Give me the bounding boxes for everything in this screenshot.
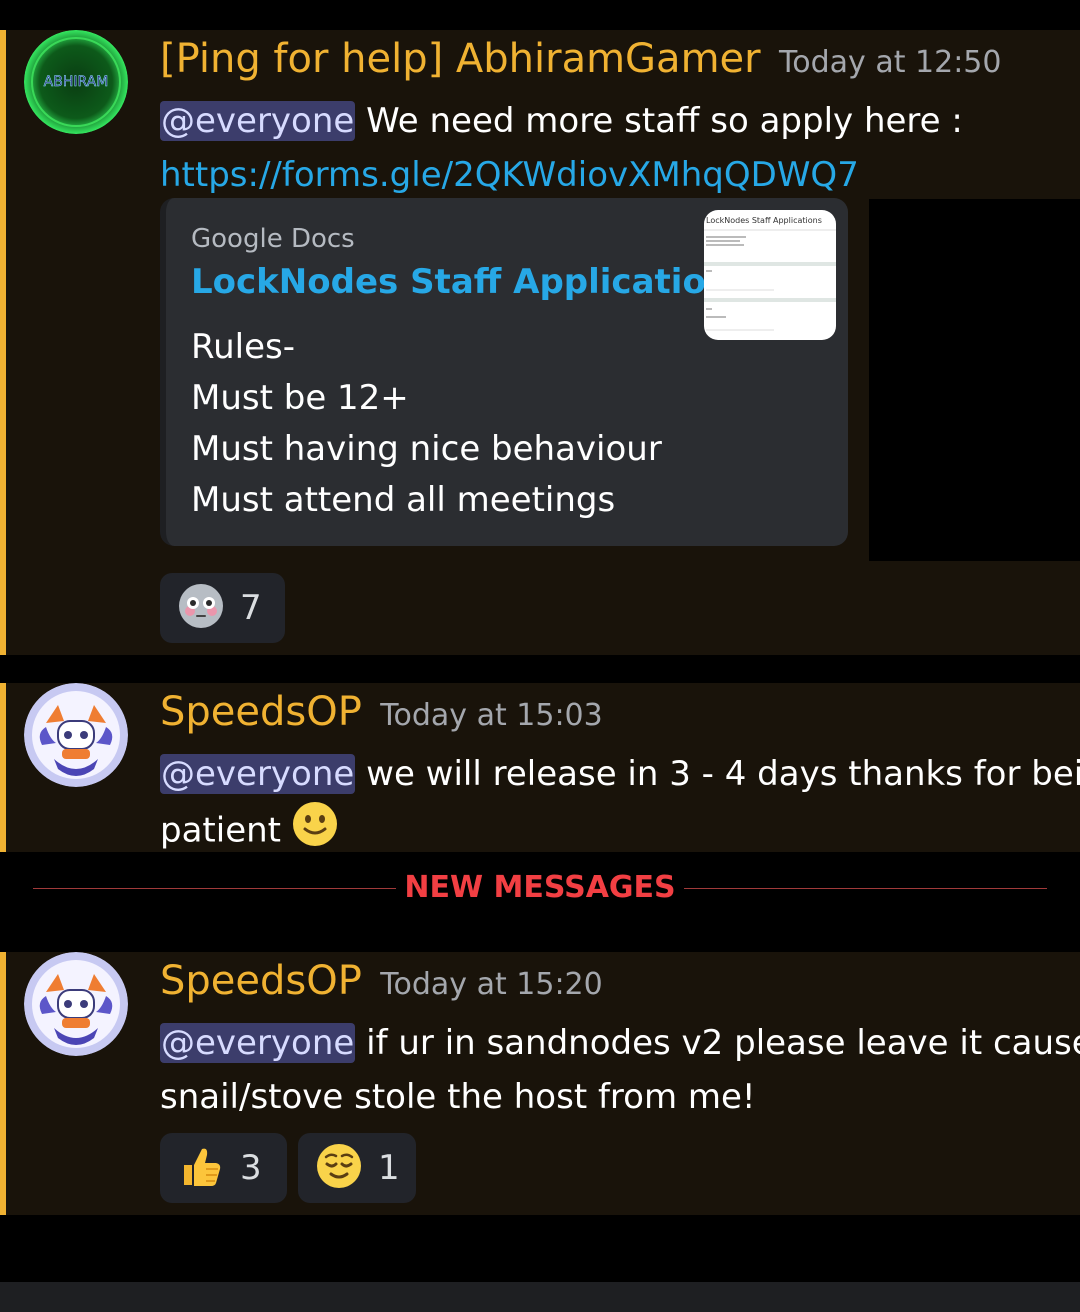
avatar[interactable]: ABHIRAM bbox=[24, 30, 128, 134]
bottom-bar bbox=[0, 1282, 1080, 1312]
reaction-count: 7 bbox=[240, 588, 262, 628]
message-speedsop[interactable]: SpeedsOP Today at 15:20 @everyone if ur … bbox=[0, 952, 1080, 1215]
embed-title[interactable]: LockNodes Staff Applications bbox=[191, 262, 750, 302]
timestamp: Today at 15:03 bbox=[380, 698, 603, 733]
embed-description-line: Must having nice behaviour bbox=[191, 429, 662, 469]
everyone-mention[interactable]: @everyone bbox=[160, 1023, 356, 1063]
author-name[interactable]: SpeedsOP bbox=[160, 958, 362, 1004]
form-link[interactable]: https://forms.gle/2QKWdiovXMhqQDWQ7 bbox=[160, 155, 859, 195]
message-text: snail/stove stole the host from me! bbox=[160, 1077, 756, 1117]
avatar[interactable] bbox=[24, 952, 128, 1056]
thumbs-up-icon bbox=[178, 1143, 224, 1194]
divider-line-left bbox=[33, 888, 396, 889]
reaction-count: 1 bbox=[378, 1148, 400, 1188]
message-speedsop[interactable]: SpeedsOP Today at 15:03 @everyone we wil… bbox=[0, 683, 1080, 852]
image-overlay-block bbox=[869, 199, 1080, 561]
message-text: if ur in sandnodes v2 please leave it ca… bbox=[366, 1023, 1080, 1063]
message-header: [Ping for help] AbhiramGamer Today at 12… bbox=[160, 36, 1001, 82]
message-header: SpeedsOP Today at 15:03 bbox=[160, 689, 603, 735]
message-text: we will release in 3 - 4 days thanks for… bbox=[366, 754, 1080, 794]
embed-description-line: Must attend all meetings bbox=[191, 480, 616, 520]
everyone-mention[interactable]: @everyone bbox=[160, 754, 356, 794]
timestamp: Today at 12:50 bbox=[779, 45, 1002, 80]
relieved-face-icon bbox=[316, 1143, 362, 1194]
author-name[interactable]: SpeedsOP bbox=[160, 689, 362, 735]
svg-text:ABHIRAM: ABHIRAM bbox=[44, 74, 109, 90]
link-embed: Google Docs LockNodes Staff Applications… bbox=[160, 198, 848, 546]
message-content: @everyone We need more staff so apply he… bbox=[160, 94, 963, 202]
message-text: patient bbox=[160, 810, 281, 851]
message-text: We need more staff so apply here : bbox=[366, 101, 963, 141]
flushed-face-icon bbox=[178, 583, 224, 634]
reaction-flushed[interactable]: 7 bbox=[160, 573, 285, 643]
reaction-count: 3 bbox=[240, 1148, 262, 1188]
avatar[interactable] bbox=[24, 683, 128, 787]
author-name[interactable]: [Ping for help] AbhiramGamer bbox=[160, 36, 761, 82]
reaction-thumbs-up[interactable]: 3 bbox=[160, 1133, 287, 1203]
reaction-relieved[interactable]: 1 bbox=[298, 1133, 416, 1203]
divider-line-right bbox=[684, 888, 1047, 889]
message-content: @everyone if ur in sandnodes v2 please l… bbox=[160, 1016, 1080, 1124]
message-content: @everyone we will release in 3 - 4 days … bbox=[160, 747, 1080, 863]
everyone-mention[interactable]: @everyone bbox=[160, 101, 356, 141]
embed-description-line: Must be 12+ bbox=[191, 378, 409, 418]
new-messages-label: NEW MESSAGES bbox=[404, 870, 676, 905]
message-header: SpeedsOP Today at 15:20 bbox=[160, 958, 603, 1004]
embed-thumbnail[interactable]: LockNodes Staff Applications bbox=[704, 210, 836, 340]
slightly-smiling-face-icon bbox=[292, 801, 338, 863]
embed-description-line: Rules- bbox=[191, 327, 295, 367]
timestamp: Today at 15:20 bbox=[380, 967, 603, 1002]
embed-provider: Google Docs bbox=[191, 224, 355, 254]
embed-description: Rules- Must be 12+ Must having nice beha… bbox=[191, 322, 662, 526]
